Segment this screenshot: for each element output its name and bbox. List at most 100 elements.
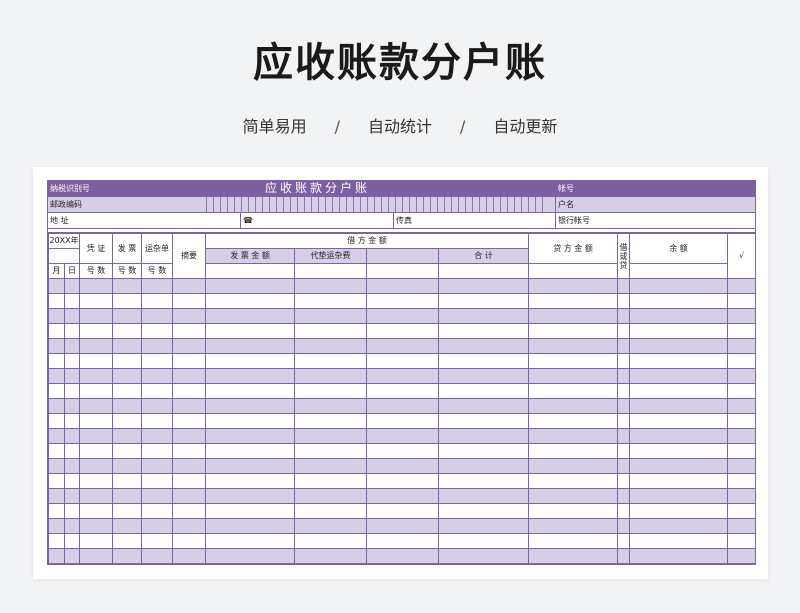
ledger-cell[interactable]: [205, 443, 296, 459]
ledger-cell[interactable]: [438, 368, 530, 384]
ledger-cell[interactable]: [366, 353, 440, 369]
ledger-cell[interactable]: [294, 338, 368, 354]
ledger-cell[interactable]: [617, 323, 631, 339]
ledger-cell[interactable]: [294, 503, 368, 519]
ledger-cell[interactable]: [63, 548, 81, 564]
ledger-cell[interactable]: [63, 293, 81, 309]
ledger-cell[interactable]: [48, 368, 65, 384]
ledger-cell[interactable]: [366, 473, 440, 489]
ledger-cell[interactable]: [438, 428, 530, 444]
ledger-cell[interactable]: [48, 548, 65, 564]
ledger-cell[interactable]: [438, 548, 530, 564]
ledger-cell[interactable]: [528, 488, 619, 504]
ledger-cell[interactable]: [366, 278, 440, 294]
ledger-cell[interactable]: [205, 473, 296, 489]
ledger-cell[interactable]: [438, 338, 530, 354]
ledger-cell[interactable]: [528, 503, 619, 519]
ledger-cell[interactable]: [63, 308, 81, 324]
ledger-cell[interactable]: [528, 398, 619, 414]
ledger-cell[interactable]: [141, 413, 174, 429]
ledger-cell[interactable]: [141, 338, 174, 354]
ledger-cell[interactable]: [48, 533, 65, 549]
ledger-cell[interactable]: [48, 353, 65, 369]
ledger-cell[interactable]: [48, 413, 65, 429]
ledger-cell[interactable]: [172, 368, 207, 384]
ledger-cell[interactable]: [141, 323, 174, 339]
ledger-cell[interactable]: [205, 368, 296, 384]
ledger-cell[interactable]: [48, 503, 65, 519]
ledger-cell[interactable]: [629, 398, 729, 414]
ledger-cell[interactable]: [629, 473, 729, 489]
ledger-cell[interactable]: [141, 293, 174, 309]
ledger-cell[interactable]: [727, 533, 757, 549]
ledger-cell[interactable]: [141, 383, 174, 399]
ledger-cell[interactable]: [63, 518, 81, 534]
ledger-cell[interactable]: [172, 383, 207, 399]
ledger-cell[interactable]: [438, 488, 530, 504]
ledger-cell[interactable]: [112, 338, 143, 354]
ledger-cell[interactable]: [63, 338, 81, 354]
ledger-cell[interactable]: [294, 383, 368, 399]
ledger-cell[interactable]: [112, 413, 143, 429]
ledger-cell[interactable]: [48, 488, 65, 504]
ledger-cell[interactable]: [48, 278, 65, 294]
ledger-cell[interactable]: [141, 278, 174, 294]
ledger-cell[interactable]: [141, 503, 174, 519]
ledger-cell[interactable]: [112, 518, 143, 534]
ledger-cell[interactable]: [629, 503, 729, 519]
ledger-cell[interactable]: [172, 458, 207, 474]
ledger-cell[interactable]: [366, 428, 440, 444]
ledger-cell[interactable]: [205, 488, 296, 504]
ledger-cell[interactable]: [205, 293, 296, 309]
ledger-cell[interactable]: [172, 533, 207, 549]
ledger-cell[interactable]: [63, 458, 81, 474]
ledger-cell[interactable]: [205, 398, 296, 414]
ledger-cell[interactable]: [112, 308, 143, 324]
ledger-cell[interactable]: [172, 398, 207, 414]
ledger-cell[interactable]: [294, 413, 368, 429]
ledger-cell[interactable]: [438, 383, 530, 399]
ledger-cell[interactable]: [727, 398, 757, 414]
ledger-cell[interactable]: [629, 548, 729, 564]
ledger-cell[interactable]: [294, 518, 368, 534]
ledger-cell[interactable]: [727, 323, 757, 339]
ledger-cell[interactable]: [294, 398, 368, 414]
ledger-cell[interactable]: [629, 383, 729, 399]
ledger-cell[interactable]: [112, 398, 143, 414]
ledger-cell[interactable]: [63, 533, 81, 549]
ledger-cell[interactable]: [79, 368, 114, 384]
ledger-cell[interactable]: [629, 428, 729, 444]
ledger-cell[interactable]: [617, 443, 631, 459]
ledger-cell[interactable]: [617, 293, 631, 309]
ledger-cell[interactable]: [48, 338, 65, 354]
ledger-cell[interactable]: [727, 353, 757, 369]
ledger-cell[interactable]: [79, 413, 114, 429]
ledger-cell[interactable]: [48, 428, 65, 444]
ledger-cell[interactable]: [141, 473, 174, 489]
ledger-cell[interactable]: [141, 548, 174, 564]
ledger-cell[interactable]: [48, 458, 65, 474]
ledger-cell[interactable]: [112, 383, 143, 399]
ledger-cell[interactable]: [205, 413, 296, 429]
ledger-cell[interactable]: [438, 503, 530, 519]
ledger-cell[interactable]: [629, 323, 729, 339]
ledger-cell[interactable]: [141, 428, 174, 444]
ledger-cell[interactable]: [727, 368, 757, 384]
ledger-cell[interactable]: [112, 443, 143, 459]
ledger-cell[interactable]: [79, 503, 114, 519]
ledger-cell[interactable]: [63, 488, 81, 504]
ledger-cell[interactable]: [141, 518, 174, 534]
ledger-cell[interactable]: [48, 398, 65, 414]
ledger-cell[interactable]: [141, 353, 174, 369]
ledger-cell[interactable]: [438, 473, 530, 489]
ledger-cell[interactable]: [294, 473, 368, 489]
ledger-cell[interactable]: [141, 308, 174, 324]
ledger-cell[interactable]: [112, 473, 143, 489]
ledger-cell[interactable]: [172, 548, 207, 564]
ledger-cell[interactable]: [112, 488, 143, 504]
ledger-cell[interactable]: [205, 428, 296, 444]
ledger-cell[interactable]: [172, 503, 207, 519]
ledger-cell[interactable]: [294, 278, 368, 294]
ledger-cell[interactable]: [79, 308, 114, 324]
ledger-cell[interactable]: [629, 518, 729, 534]
